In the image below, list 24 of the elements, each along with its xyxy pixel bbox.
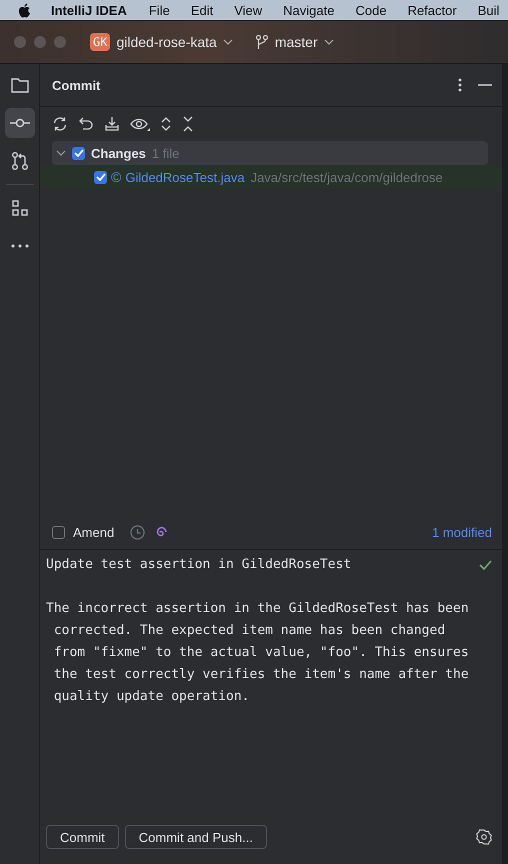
menu-item[interactable]: Navigate: [283, 2, 334, 18]
menu-item[interactable]: Edit: [190, 2, 214, 18]
menu-item[interactable]: View: [234, 2, 262, 18]
panel-title: Commit: [52, 78, 102, 92]
commit-button[interactable]: Commit: [46, 825, 119, 849]
menu-item[interactable]: File: [148, 2, 170, 18]
file-row[interactable]: © GildedRoseTest.java Java/src/test/java/com/gildedrose: [40, 165, 502, 189]
project-selector[interactable]: GK gilded-rose-kata: [90, 33, 233, 51]
file-name: GildedRoseTest.java: [125, 170, 245, 184]
file-count: 1 file: [152, 146, 180, 160]
group-label: Changes: [91, 146, 146, 160]
message-body: The incorrect assertion in the GildedRoseTest has been corrected. The expected item name has been changed from "fixme" to the actual value, "foo". This ensures the test correctly verifies the item's name after the quality update operation.: [46, 600, 470, 706]
modified-link[interactable]: 1 modified: [432, 524, 492, 540]
commit-button[interactable]: Commit and Push...: [124, 825, 267, 849]
menu-item[interactable]: Code: [355, 2, 387, 18]
app-menu[interactable]: IntelliJ IDEA: [51, 2, 127, 18]
branch-selector[interactable]: master: [254, 34, 334, 50]
amend-label: Amend: [73, 524, 114, 540]
tree-group-row[interactable]: Changes 1 file: [52, 141, 488, 165]
menu-item[interactable]: Refactor: [408, 2, 457, 18]
menu-item[interactable]: Buil: [478, 2, 500, 18]
message-subject: Update test assertion in GildedRoseTest: [46, 556, 352, 574]
file-path: Java/src/test/java/com/gildedrose: [250, 170, 443, 184]
class-icon: ©: [111, 169, 122, 185]
